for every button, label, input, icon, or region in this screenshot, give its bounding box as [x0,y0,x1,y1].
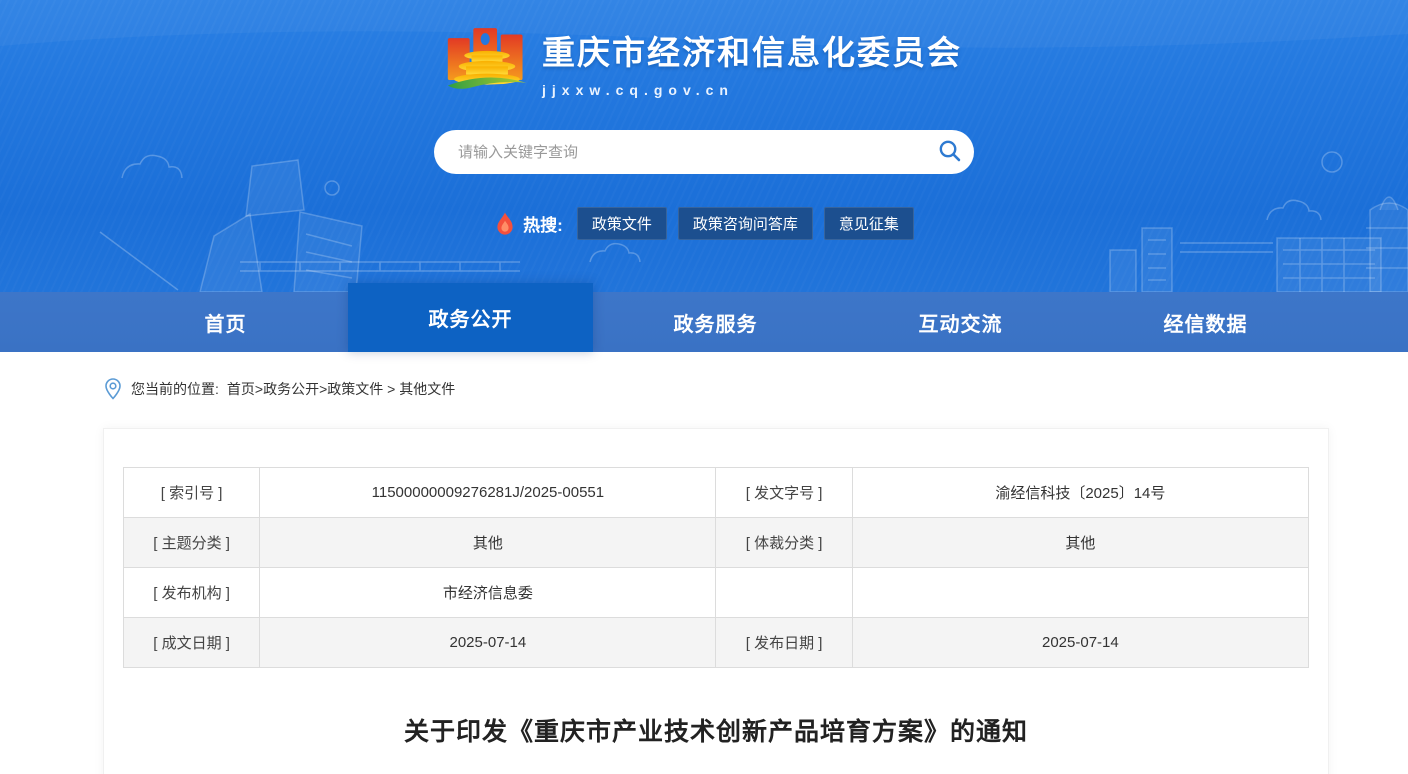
document-card: [ 索引号 ] 11500000009276281J/2025-00551 [ … [103,428,1329,774]
hot-search-row: 热搜: 政策文件 政策咨询问答库 意见征集 [494,207,914,240]
nav-item-econ-data[interactable]: 经信数据 [1083,292,1328,352]
main-nav-inner: 首页 政务公开 政务服务 互动交流 经信数据 [103,283,1328,352]
meta-row-index-number: [ 索引号 ] 11500000009276281J/2025-00551 [ … [122,467,1310,518]
meta-value-genre-category: 其他 [851,517,1310,568]
meta-label-written-date: [ 成文日期 ] [122,617,261,668]
hot-search-item-policy-files[interactable]: 政策文件 [576,207,667,240]
hot-search-item-policy-qa[interactable]: 政策咨询问答库 [677,207,813,240]
meta-label-publisher: [ 发布机构 ] [122,567,261,618]
meta-row-category: [ 主题分类 ] 其他 [ 体裁分类 ] 其他 [122,517,1310,568]
nav-item-gov-services[interactable]: 政务服务 [593,292,838,352]
nav-item-interaction[interactable]: 互动交流 [838,292,1083,352]
meta-label-topic-category: [ 主题分类 ] [122,517,261,568]
site-brand[interactable]: 重庆市经济和信息化委员会 jjxxw.cq.gov.cn [446,20,962,100]
search-icon [938,139,962,166]
breadcrumb: 您当前的位置: 首页>政务公开>政策文件 > 其他文件 [103,352,1328,425]
hot-search-item-opinion-collection[interactable]: 意见征集 [823,207,914,240]
hot-search-label: 热搜: [523,216,563,235]
document-title: 关于印发《重庆市产业技术创新产品培育方案》的通知 [403,718,1028,746]
site-logo-icon [446,20,528,100]
meta-value-written-date: 2025-07-14 [259,617,717,668]
meta-row-publisher: [ 发布机构 ] 市经济信息委 [122,567,1310,618]
breadcrumb-prefix: 您当前的位置: [131,380,219,397]
location-pin-icon [103,377,123,401]
meta-label-genre-category: [ 体裁分类 ] [715,517,853,568]
site-title: 重庆市经济和信息化委员会 [542,34,962,71]
site-url: jjxxw.cq.gov.cn [542,82,734,98]
breadcrumb-path[interactable]: 首页>政务公开>政策文件 > 其他文件 [227,379,455,399]
meta-label-empty [715,567,853,618]
meta-value-topic-category: 其他 [259,517,717,568]
meta-value-publisher: 市经济信息委 [259,567,717,618]
brand-text: 重庆市经济和信息化委员会 jjxxw.cq.gov.cn [542,20,962,98]
meta-value-doc-number: 渝经信科技〔2025〕14号 [851,467,1310,518]
flame-icon [494,211,516,237]
nav-item-gov-disclosure[interactable]: 政务公开 [348,283,593,352]
nav-item-home[interactable]: 首页 [103,292,348,352]
meta-row-dates: [ 成文日期 ] 2025-07-14 [ 发布日期 ] 2025-07-14 [122,617,1310,668]
search-bar [434,130,974,174]
search-button[interactable] [930,134,970,170]
meta-value-publish-date: 2025-07-14 [851,617,1310,668]
meta-value-index: 11500000009276281J/2025-00551 [259,467,717,518]
document-meta-table: [ 索引号 ] 11500000009276281J/2025-00551 [ … [122,467,1310,668]
search-input[interactable] [434,130,974,174]
meta-label-publish-date: [ 发布日期 ] [715,617,853,668]
site-banner: 重庆市经济和信息化委员会 jjxxw.cq.gov.cn 请输入关键字查询 热搜… [0,0,1408,292]
page: 重庆市经济和信息化委员会 jjxxw.cq.gov.cn 请输入关键字查询 热搜… [0,0,1408,774]
meta-label-doc-number: [ 发文字号 ] [715,467,853,518]
main-nav: 首页 政务公开 政务服务 互动交流 经信数据 [0,283,1408,352]
meta-label-index: [ 索引号 ] [122,467,261,518]
meta-value-empty [851,567,1310,618]
